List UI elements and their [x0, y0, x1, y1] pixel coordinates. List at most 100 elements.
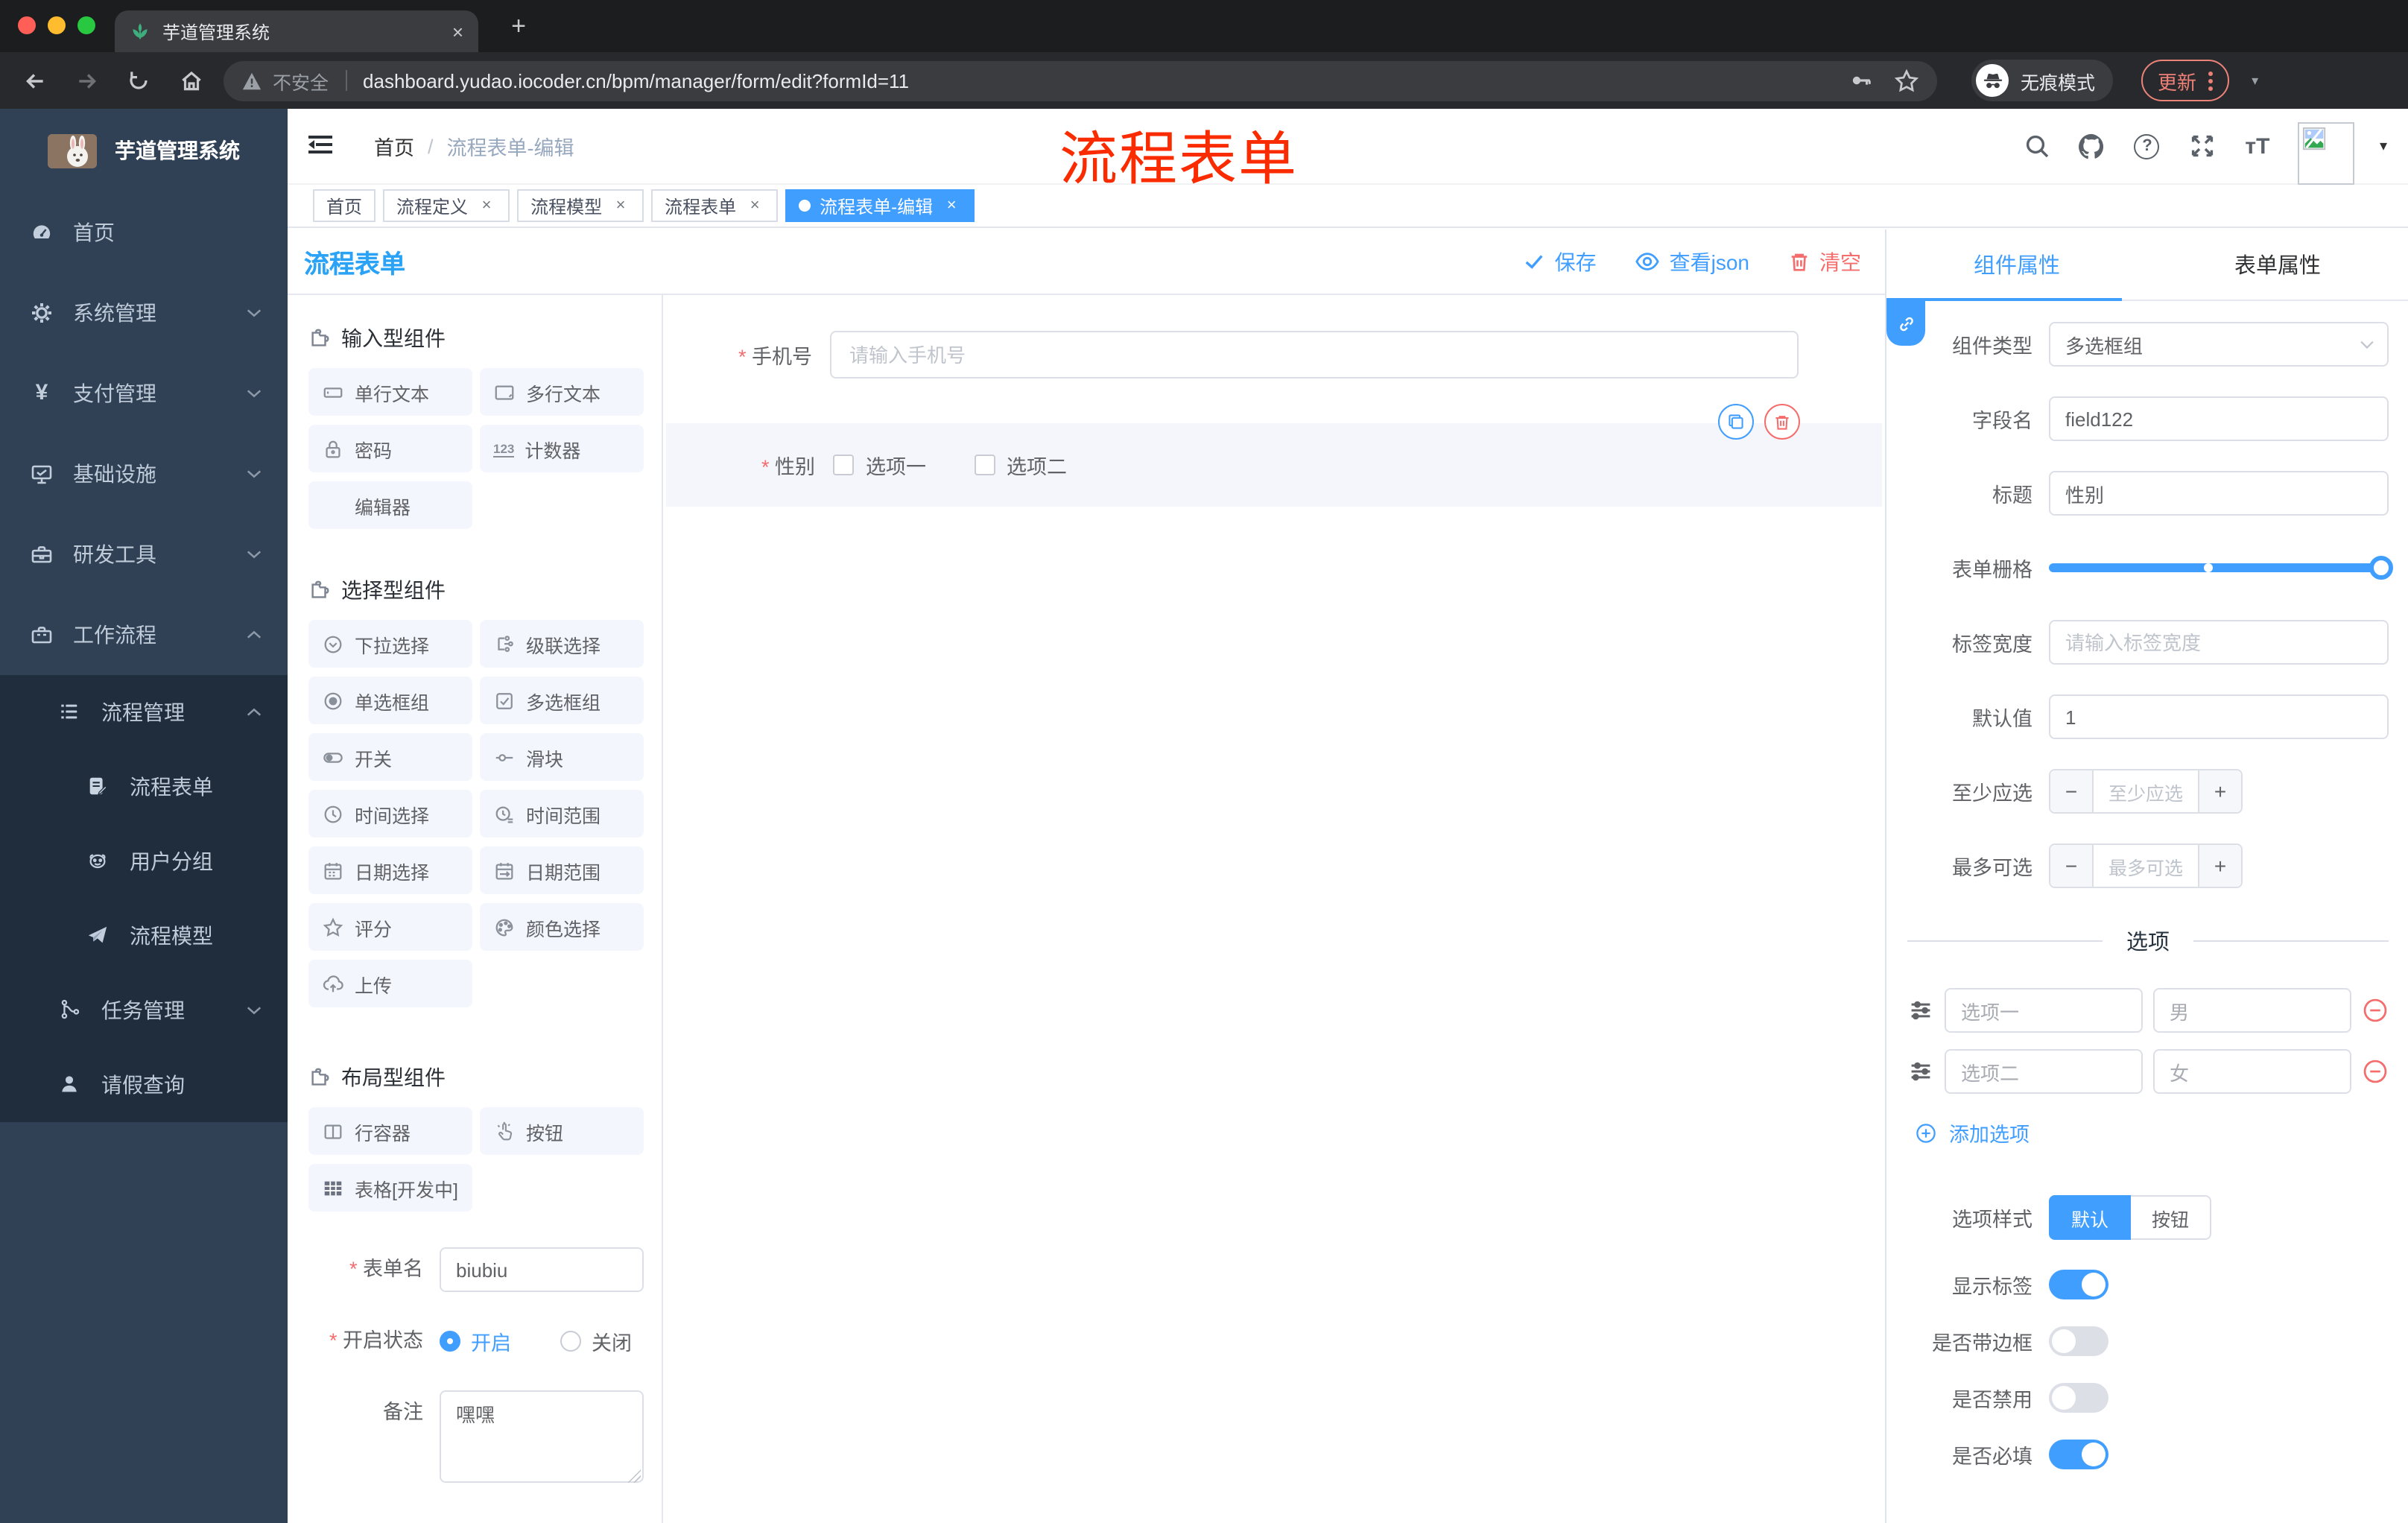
min-select-stepper[interactable]: − 至少应选 + [2049, 769, 2243, 814]
sidebar-toggle-icon[interactable] [305, 130, 338, 162]
palette-item-editor[interactable]: 编辑器 [308, 481, 472, 529]
form-grid-slider[interactable] [2049, 545, 2393, 590]
palette-item-cascader[interactable]: 级联选择 [480, 620, 644, 668]
palette-item-radio-group[interactable]: 单选框组 [308, 677, 472, 724]
phone-field-input[interactable] [830, 331, 1799, 379]
checkbox-unchecked[interactable] [974, 455, 995, 475]
stepper-increase-button[interactable]: + [2198, 845, 2241, 887]
save-button[interactable]: 保存 [1524, 247, 1597, 276]
option-label-input[interactable] [1945, 1049, 2143, 1094]
palette-item-rate[interactable]: 评分 [308, 903, 472, 951]
add-option-button[interactable]: 添加选项 [1915, 1118, 2389, 1147]
max-select-placeholder[interactable]: 最多可选 [2094, 845, 2198, 887]
window-controls[interactable] [18, 16, 95, 34]
drag-handle-icon[interactable] [1907, 997, 1934, 1024]
radio-off-label[interactable]: 关闭 [592, 1326, 632, 1356]
stepper-decrease-button[interactable]: − [2050, 845, 2094, 887]
form-name-input[interactable] [440, 1247, 644, 1292]
slider-track[interactable] [2049, 563, 2389, 572]
duplicate-field-button[interactable] [1718, 404, 1754, 440]
radio-off[interactable] [560, 1331, 581, 1352]
gender-option-2[interactable]: 选项二 [974, 450, 1067, 480]
tag-close-icon[interactable]: × [477, 196, 496, 215]
palette-item-time-range[interactable]: 时间范围 [480, 790, 644, 838]
palette-item-switch[interactable]: 开关 [308, 733, 472, 781]
key-icon[interactable] [1849, 69, 1873, 92]
form-remark-textarea[interactable]: 嘿嘿 [440, 1390, 644, 1483]
chrome-caret-icon[interactable]: ▾ [2252, 72, 2258, 89]
minimize-window-button[interactable] [48, 16, 66, 34]
style-default-button[interactable]: 默认 [2049, 1195, 2132, 1240]
sidebar-item-system[interactable]: 系统管理 [0, 273, 288, 353]
tag-close-icon[interactable]: × [745, 196, 764, 215]
palette-item-counter[interactable]: 123 计数器 [480, 425, 644, 472]
radio-on[interactable] [440, 1331, 460, 1352]
option-label-input[interactable] [1945, 988, 2143, 1033]
palette-item-table[interactable]: 表格[开发中] [308, 1164, 472, 1212]
bookmark-star-icon[interactable] [1894, 68, 1919, 93]
style-button-button[interactable]: 按钮 [2131, 1195, 2212, 1240]
home-icon[interactable] [171, 61, 210, 100]
remove-option-button[interactable] [2362, 1058, 2389, 1085]
back-icon[interactable] [15, 61, 54, 100]
disabled-switch[interactable] [2049, 1383, 2108, 1413]
browser-tab[interactable]: 芋道管理系统 × [115, 10, 478, 52]
sidebar-item-home[interactable]: 首页 [0, 192, 288, 273]
sidebar-item-infra[interactable]: 基础设施 [0, 434, 288, 514]
font-size-icon[interactable]: тT [2243, 131, 2272, 161]
stepper-increase-button[interactable]: + [2198, 770, 2241, 812]
palette-item-slider[interactable]: 滑块 [480, 733, 644, 781]
gender-option-1[interactable]: 选项一 [833, 450, 926, 480]
palette-item-single-text[interactable]: 单行文本 [308, 368, 472, 416]
view-json-button[interactable]: 查看json [1635, 247, 1749, 276]
tag-close-icon[interactable]: × [611, 196, 630, 215]
tab-form-props[interactable]: 表单属性 [2147, 229, 2408, 300]
canvas-field-phone[interactable]: 手机号 [663, 331, 1885, 379]
stepper-decrease-button[interactable]: − [2050, 770, 2094, 812]
checkbox-unchecked[interactable] [833, 455, 854, 475]
component-type-value[interactable] [2049, 322, 2389, 367]
tab-component-props[interactable]: 组件属性 [1886, 229, 2147, 300]
palette-item-select[interactable]: 下拉选择 [308, 620, 472, 668]
sidebar-item-process-model[interactable]: 流程模型 [0, 899, 288, 973]
option-value-input[interactable] [2153, 1049, 2351, 1094]
show-label-switch[interactable] [2049, 1270, 2108, 1299]
sidebar-item-leave-query[interactable]: 请假查询 [0, 1048, 288, 1122]
slider-handle[interactable] [2369, 556, 2393, 580]
tag-close-icon[interactable]: × [942, 196, 961, 215]
fullscreen-icon[interactable] [2187, 131, 2217, 161]
border-switch[interactable] [2049, 1326, 2108, 1356]
sidebar-item-payment[interactable]: ¥ 支付管理 [0, 353, 288, 434]
palette-item-password[interactable]: 密码 [308, 425, 472, 472]
url-text[interactable]: dashboard.yudao.iocoder.cn/bpm/manager/f… [363, 69, 1839, 92]
required-switch[interactable] [2049, 1440, 2108, 1469]
sidebar-item-workflow[interactable]: 工作流程 [0, 595, 288, 675]
palette-item-multi-text[interactable]: 多行文本 [480, 368, 644, 416]
browser-menu-icon[interactable] [2208, 71, 2214, 90]
canvas-field-gender-selected[interactable]: 性别 选项一 选项二 [666, 404, 1882, 507]
link-drawer-handle[interactable] [1886, 301, 1925, 346]
palette-item-button[interactable]: 按钮 [480, 1107, 644, 1155]
url-bar[interactable]: 不安全 dashboard.yudao.iocoder.cn/bpm/manag… [224, 60, 1937, 101]
help-icon[interactable]: ? [2132, 131, 2162, 161]
search-icon[interactable] [2022, 131, 2052, 161]
component-type-select[interactable] [2049, 322, 2389, 367]
palette-item-time-picker[interactable]: 时间选择 [308, 790, 472, 838]
clear-button[interactable]: 清空 [1788, 247, 1861, 276]
field-name-input[interactable] [2049, 396, 2389, 441]
textarea-resize-handle[interactable] [627, 1469, 641, 1483]
forward-icon[interactable] [67, 61, 106, 100]
palette-item-date-range[interactable]: 日期范围 [480, 846, 644, 894]
update-button[interactable]: 更新 [2141, 60, 2230, 101]
tab-close-icon[interactable]: × [452, 20, 463, 42]
close-window-button[interactable] [18, 16, 36, 34]
radio-on-label[interactable]: 开启 [471, 1326, 511, 1356]
sidebar-item-process-mgmt[interactable]: 流程管理 [0, 675, 288, 750]
palette-item-row-container[interactable]: 行容器 [308, 1107, 472, 1155]
label-width-input[interactable] [2049, 620, 2389, 665]
palette-item-date-picker[interactable]: 日期选择 [308, 846, 472, 894]
default-value-input[interactable] [2049, 694, 2389, 739]
breadcrumb-home[interactable]: 首页 [374, 131, 414, 161]
sidebar-item-devtools[interactable]: 研发工具 [0, 514, 288, 595]
reload-icon[interactable] [119, 61, 158, 100]
